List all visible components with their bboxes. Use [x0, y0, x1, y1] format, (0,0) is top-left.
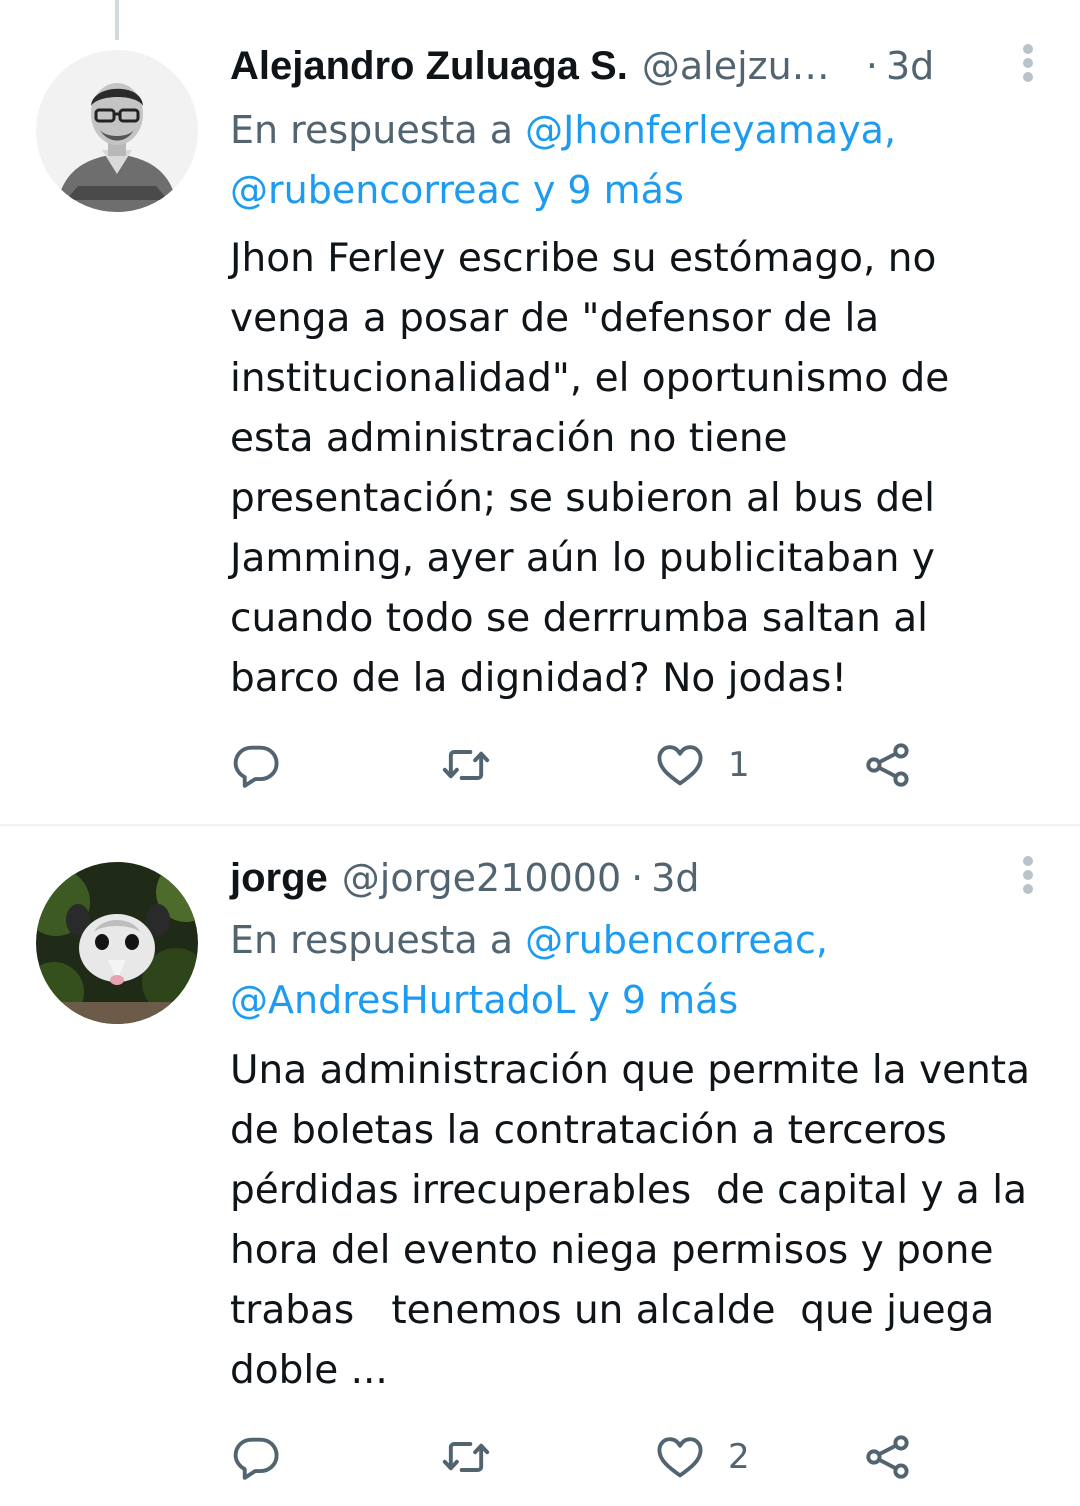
avatar[interactable] — [36, 50, 198, 212]
like-button[interactable]: 1 — [654, 735, 750, 795]
reply-prefix: En respuesta a — [230, 108, 514, 152]
tweet-text: Jhon Ferley escribe su estómago, no veng… — [230, 236, 950, 701]
reply-mention-link[interactable]: @Jhonferleyamaya, — [525, 108, 896, 152]
reply-mention-link[interactable]: @rubencorreac — [230, 168, 521, 212]
reply-mention-link[interactable]: @rubencorreac, — [525, 918, 828, 962]
separator-dot: · — [865, 44, 878, 88]
like-count: 2 — [728, 1437, 750, 1477]
reply-context: En respuesta a @Jhonferleyamaya, @rubenc… — [230, 100, 1044, 220]
reply-more-link[interactable]: y 9 más — [533, 168, 684, 212]
retweet-button[interactable] — [440, 1427, 492, 1487]
retweet-icon — [442, 750, 490, 780]
tweet-header: Alejandro Zuluaga S. @alejzul… · 3d — [230, 36, 1044, 96]
tweet-actions: 1 — [230, 735, 930, 795]
reply-context: En respuesta a @rubencorreac, @AndresHur… — [230, 910, 1044, 1030]
reply-icon — [233, 745, 279, 788]
more-options-icon[interactable] — [1020, 854, 1036, 904]
separator-dot: · — [631, 856, 644, 900]
tweet-card[interactable]: Alejandro Zuluaga S. @alejzul… · 3d En r… — [0, 0, 1080, 824]
timestamp[interactable]: 3d — [651, 856, 699, 900]
avatar-photo-man — [36, 50, 198, 212]
retweet-button[interactable] — [440, 735, 492, 795]
share-button[interactable] — [862, 1427, 914, 1487]
heart-icon — [657, 745, 703, 786]
reply-icon — [233, 1437, 279, 1480]
tweet-text: Una administración que permite la venta … — [230, 1048, 1030, 1393]
share-icon — [866, 743, 909, 787]
share-button[interactable] — [862, 735, 914, 795]
avatar-photo-opossum — [36, 862, 198, 1024]
tweet-card[interactable]: jorge @jorge210000 · 3d En respuesta a @… — [0, 826, 1080, 1506]
display-name[interactable]: jorge — [230, 856, 328, 901]
more-options-icon[interactable] — [1020, 42, 1036, 92]
reply-button[interactable] — [230, 1427, 282, 1487]
reply-more-link[interactable]: y 9 más — [587, 978, 738, 1022]
tweet-header: jorge @jorge210000 · 3d — [230, 848, 1044, 908]
avatar[interactable] — [36, 862, 198, 1024]
user-handle[interactable]: @alejzul… — [642, 44, 838, 88]
like-button[interactable]: 2 — [654, 1427, 750, 1487]
retweet-icon — [442, 1442, 490, 1472]
share-icon — [866, 1435, 909, 1479]
tweet-actions: 2 — [230, 1427, 930, 1487]
user-handle[interactable]: @jorge210000 — [342, 856, 621, 900]
reply-prefix: En respuesta a — [230, 918, 514, 962]
reply-button[interactable] — [230, 735, 282, 795]
display-name[interactable]: Alejandro Zuluaga S. — [230, 44, 628, 89]
heart-icon — [657, 1437, 703, 1478]
reply-mention-link[interactable]: @AndresHurtadoL — [230, 978, 575, 1022]
timestamp[interactable]: 3d — [886, 44, 934, 88]
like-count: 1 — [728, 745, 750, 785]
